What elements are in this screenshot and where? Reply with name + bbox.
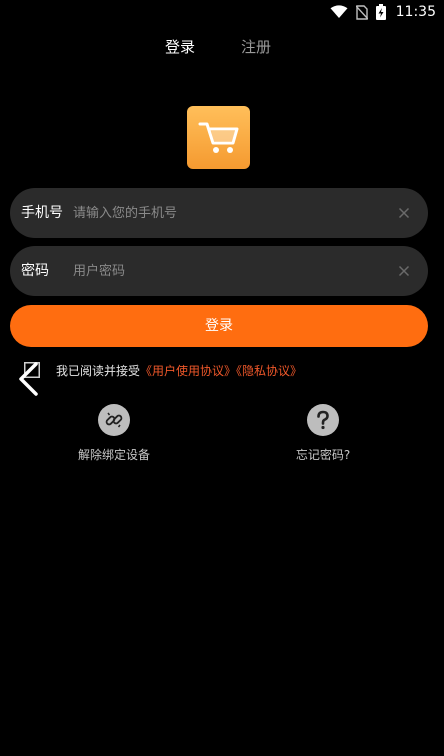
auth-tabs: 登录 注册: [0, 36, 444, 58]
question-mark-icon: [317, 410, 329, 430]
status-time: 11:35: [395, 4, 436, 20]
password-input-row: 密码: [10, 246, 428, 296]
phone-input-row: 手机号: [10, 188, 428, 238]
tab-register[interactable]: 注册: [241, 36, 271, 58]
clear-password-icon[interactable]: [398, 265, 410, 277]
shopping-cart-icon: [198, 122, 238, 153]
no-sim-icon: [355, 4, 368, 20]
password-label: 密码: [21, 263, 49, 279]
unbind-device-button[interactable]: 解除绑定设备: [54, 404, 174, 463]
question-icon-circle: [307, 404, 339, 436]
status-icons: 11:35: [330, 2, 436, 22]
login-button[interactable]: 登录: [10, 305, 428, 347]
privacy-policy-link[interactable]: 《隐私协议》: [236, 364, 302, 378]
wifi-icon: [330, 5, 348, 18]
agreement-prefix: 我已阅读并接受: [56, 364, 141, 378]
status-bar: 11:35: [0, 0, 444, 24]
phone-input[interactable]: [73, 201, 373, 225]
battery-charging-icon: [375, 4, 386, 20]
unlink-icon-circle: [98, 404, 130, 436]
user-agreement-link[interactable]: 《用户使用协议》: [140, 364, 236, 378]
unlink-icon: [105, 412, 123, 428]
password-input[interactable]: [73, 259, 373, 283]
back-arrow-icon[interactable]: [16, 361, 42, 397]
forgot-password-button[interactable]: 忘记密码?: [263, 404, 383, 463]
forgot-password-label: 忘记密码?: [295, 448, 351, 462]
tab-login[interactable]: 登录: [165, 36, 195, 58]
phone-label: 手机号: [21, 205, 63, 221]
clear-phone-icon[interactable]: [398, 207, 410, 219]
unbind-device-label: 解除绑定设备: [77, 448, 150, 462]
app-logo: [187, 106, 250, 169]
agreement-text: 我已阅读并接受《用户使用协议》《隐私协议》: [56, 361, 302, 381]
